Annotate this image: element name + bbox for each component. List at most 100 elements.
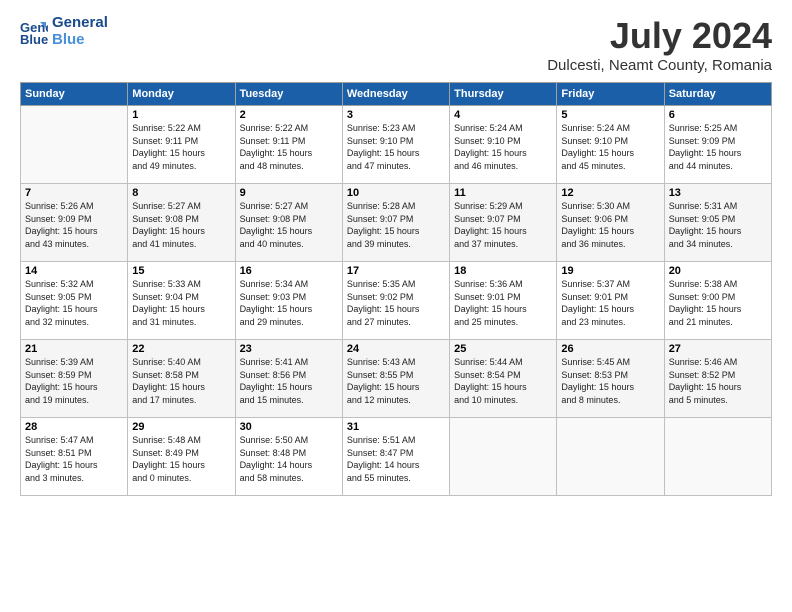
calendar-cell: 21Sunrise: 5:39 AM Sunset: 8:59 PM Dayli… — [21, 340, 128, 418]
day-number: 11 — [454, 187, 552, 199]
day-number: 14 — [25, 265, 123, 277]
day-number: 17 — [347, 265, 445, 277]
weekday-header: Thursday — [450, 83, 557, 106]
day-content: Sunrise: 5:26 AM Sunset: 9:09 PM Dayligh… — [25, 200, 123, 250]
calendar-cell: 27Sunrise: 5:46 AM Sunset: 8:52 PM Dayli… — [664, 340, 771, 418]
day-content: Sunrise: 5:35 AM Sunset: 9:02 PM Dayligh… — [347, 278, 445, 328]
day-number: 8 — [132, 187, 230, 199]
calendar-cell: 25Sunrise: 5:44 AM Sunset: 8:54 PM Dayli… — [450, 340, 557, 418]
day-content: Sunrise: 5:44 AM Sunset: 8:54 PM Dayligh… — [454, 356, 552, 406]
day-content: Sunrise: 5:22 AM Sunset: 9:11 PM Dayligh… — [132, 122, 230, 172]
day-content: Sunrise: 5:40 AM Sunset: 8:58 PM Dayligh… — [132, 356, 230, 406]
day-content: Sunrise: 5:41 AM Sunset: 8:56 PM Dayligh… — [240, 356, 338, 406]
day-content: Sunrise: 5:47 AM Sunset: 8:51 PM Dayligh… — [25, 434, 123, 484]
calendar-cell: 7Sunrise: 5:26 AM Sunset: 9:09 PM Daylig… — [21, 184, 128, 262]
calendar-cell: 15Sunrise: 5:33 AM Sunset: 9:04 PM Dayli… — [128, 262, 235, 340]
page-header: General Blue General Blue July 2024 Dulc… — [20, 15, 772, 74]
day-number: 25 — [454, 343, 552, 355]
svg-text:Blue: Blue — [20, 32, 48, 46]
calendar-cell: 2Sunrise: 5:22 AM Sunset: 9:11 PM Daylig… — [235, 106, 342, 184]
day-content: Sunrise: 5:34 AM Sunset: 9:03 PM Dayligh… — [240, 278, 338, 328]
day-number: 13 — [669, 187, 767, 199]
calendar-cell: 14Sunrise: 5:32 AM Sunset: 9:05 PM Dayli… — [21, 262, 128, 340]
day-content: Sunrise: 5:43 AM Sunset: 8:55 PM Dayligh… — [347, 356, 445, 406]
day-number: 4 — [454, 109, 552, 121]
day-content: Sunrise: 5:28 AM Sunset: 9:07 PM Dayligh… — [347, 200, 445, 250]
calendar-cell: 5Sunrise: 5:24 AM Sunset: 9:10 PM Daylig… — [557, 106, 664, 184]
day-number: 28 — [25, 421, 123, 433]
calendar-week-row: 21Sunrise: 5:39 AM Sunset: 8:59 PM Dayli… — [21, 340, 772, 418]
calendar-cell: 13Sunrise: 5:31 AM Sunset: 9:05 PM Dayli… — [664, 184, 771, 262]
day-number: 30 — [240, 421, 338, 433]
calendar-cell: 12Sunrise: 5:30 AM Sunset: 9:06 PM Dayli… — [557, 184, 664, 262]
day-content: Sunrise: 5:38 AM Sunset: 9:00 PM Dayligh… — [669, 278, 767, 328]
calendar-cell: 29Sunrise: 5:48 AM Sunset: 8:49 PM Dayli… — [128, 418, 235, 496]
calendar-cell: 20Sunrise: 5:38 AM Sunset: 9:00 PM Dayli… — [664, 262, 771, 340]
calendar-cell: 24Sunrise: 5:43 AM Sunset: 8:55 PM Dayli… — [342, 340, 449, 418]
location-subtitle: Dulcesti, Neamt County, Romania — [547, 57, 772, 74]
logo-icon: General Blue — [20, 18, 48, 46]
day-number: 24 — [347, 343, 445, 355]
day-content: Sunrise: 5:37 AM Sunset: 9:01 PM Dayligh… — [561, 278, 659, 328]
calendar-cell: 4Sunrise: 5:24 AM Sunset: 9:10 PM Daylig… — [450, 106, 557, 184]
day-content: Sunrise: 5:51 AM Sunset: 8:47 PM Dayligh… — [347, 434, 445, 484]
day-content: Sunrise: 5:39 AM Sunset: 8:59 PM Dayligh… — [25, 356, 123, 406]
logo-line1: General — [52, 15, 108, 32]
day-number: 2 — [240, 109, 338, 121]
day-content: Sunrise: 5:23 AM Sunset: 9:10 PM Dayligh… — [347, 122, 445, 172]
day-content: Sunrise: 5:50 AM Sunset: 8:48 PM Dayligh… — [240, 434, 338, 484]
logo-line2: Blue — [52, 32, 108, 49]
day-number: 20 — [669, 265, 767, 277]
day-content: Sunrise: 5:31 AM Sunset: 9:05 PM Dayligh… — [669, 200, 767, 250]
day-number: 31 — [347, 421, 445, 433]
calendar-cell — [664, 418, 771, 496]
calendar-cell: 17Sunrise: 5:35 AM Sunset: 9:02 PM Dayli… — [342, 262, 449, 340]
calendar-cell: 30Sunrise: 5:50 AM Sunset: 8:48 PM Dayli… — [235, 418, 342, 496]
title-block: July 2024 Dulcesti, Neamt County, Romani… — [547, 15, 772, 74]
day-content: Sunrise: 5:46 AM Sunset: 8:52 PM Dayligh… — [669, 356, 767, 406]
logo: General Blue General Blue — [20, 15, 108, 48]
day-number: 12 — [561, 187, 659, 199]
day-number: 22 — [132, 343, 230, 355]
day-content: Sunrise: 5:36 AM Sunset: 9:01 PM Dayligh… — [454, 278, 552, 328]
calendar-cell: 1Sunrise: 5:22 AM Sunset: 9:11 PM Daylig… — [128, 106, 235, 184]
calendar-cell: 26Sunrise: 5:45 AM Sunset: 8:53 PM Dayli… — [557, 340, 664, 418]
day-content: Sunrise: 5:25 AM Sunset: 9:09 PM Dayligh… — [669, 122, 767, 172]
calendar-cell: 11Sunrise: 5:29 AM Sunset: 9:07 PM Dayli… — [450, 184, 557, 262]
calendar-week-row: 7Sunrise: 5:26 AM Sunset: 9:09 PM Daylig… — [21, 184, 772, 262]
calendar-cell — [557, 418, 664, 496]
calendar-cell: 9Sunrise: 5:27 AM Sunset: 9:08 PM Daylig… — [235, 184, 342, 262]
day-number: 10 — [347, 187, 445, 199]
day-number: 9 — [240, 187, 338, 199]
calendar-cell: 6Sunrise: 5:25 AM Sunset: 9:09 PM Daylig… — [664, 106, 771, 184]
calendar-week-row: 14Sunrise: 5:32 AM Sunset: 9:05 PM Dayli… — [21, 262, 772, 340]
calendar-cell: 18Sunrise: 5:36 AM Sunset: 9:01 PM Dayli… — [450, 262, 557, 340]
day-number: 16 — [240, 265, 338, 277]
day-number: 19 — [561, 265, 659, 277]
day-content: Sunrise: 5:32 AM Sunset: 9:05 PM Dayligh… — [25, 278, 123, 328]
day-number: 18 — [454, 265, 552, 277]
day-number: 29 — [132, 421, 230, 433]
day-content: Sunrise: 5:45 AM Sunset: 8:53 PM Dayligh… — [561, 356, 659, 406]
weekday-header: Wednesday — [342, 83, 449, 106]
day-content: Sunrise: 5:24 AM Sunset: 9:10 PM Dayligh… — [561, 122, 659, 172]
month-title: July 2024 — [547, 15, 772, 57]
day-content: Sunrise: 5:29 AM Sunset: 9:07 PM Dayligh… — [454, 200, 552, 250]
calendar-cell: 31Sunrise: 5:51 AM Sunset: 8:47 PM Dayli… — [342, 418, 449, 496]
calendar-cell — [21, 106, 128, 184]
day-number: 21 — [25, 343, 123, 355]
calendar-cell: 22Sunrise: 5:40 AM Sunset: 8:58 PM Dayli… — [128, 340, 235, 418]
calendar-cell: 19Sunrise: 5:37 AM Sunset: 9:01 PM Dayli… — [557, 262, 664, 340]
weekday-header: Tuesday — [235, 83, 342, 106]
day-number: 1 — [132, 109, 230, 121]
calendar-table: SundayMondayTuesdayWednesdayThursdayFrid… — [20, 82, 772, 496]
day-number: 3 — [347, 109, 445, 121]
calendar-cell — [450, 418, 557, 496]
calendar-week-row: 28Sunrise: 5:47 AM Sunset: 8:51 PM Dayli… — [21, 418, 772, 496]
day-content: Sunrise: 5:27 AM Sunset: 9:08 PM Dayligh… — [132, 200, 230, 250]
calendar-cell: 3Sunrise: 5:23 AM Sunset: 9:10 PM Daylig… — [342, 106, 449, 184]
day-number: 15 — [132, 265, 230, 277]
weekday-header: Monday — [128, 83, 235, 106]
calendar-cell: 16Sunrise: 5:34 AM Sunset: 9:03 PM Dayli… — [235, 262, 342, 340]
weekday-header: Sunday — [21, 83, 128, 106]
